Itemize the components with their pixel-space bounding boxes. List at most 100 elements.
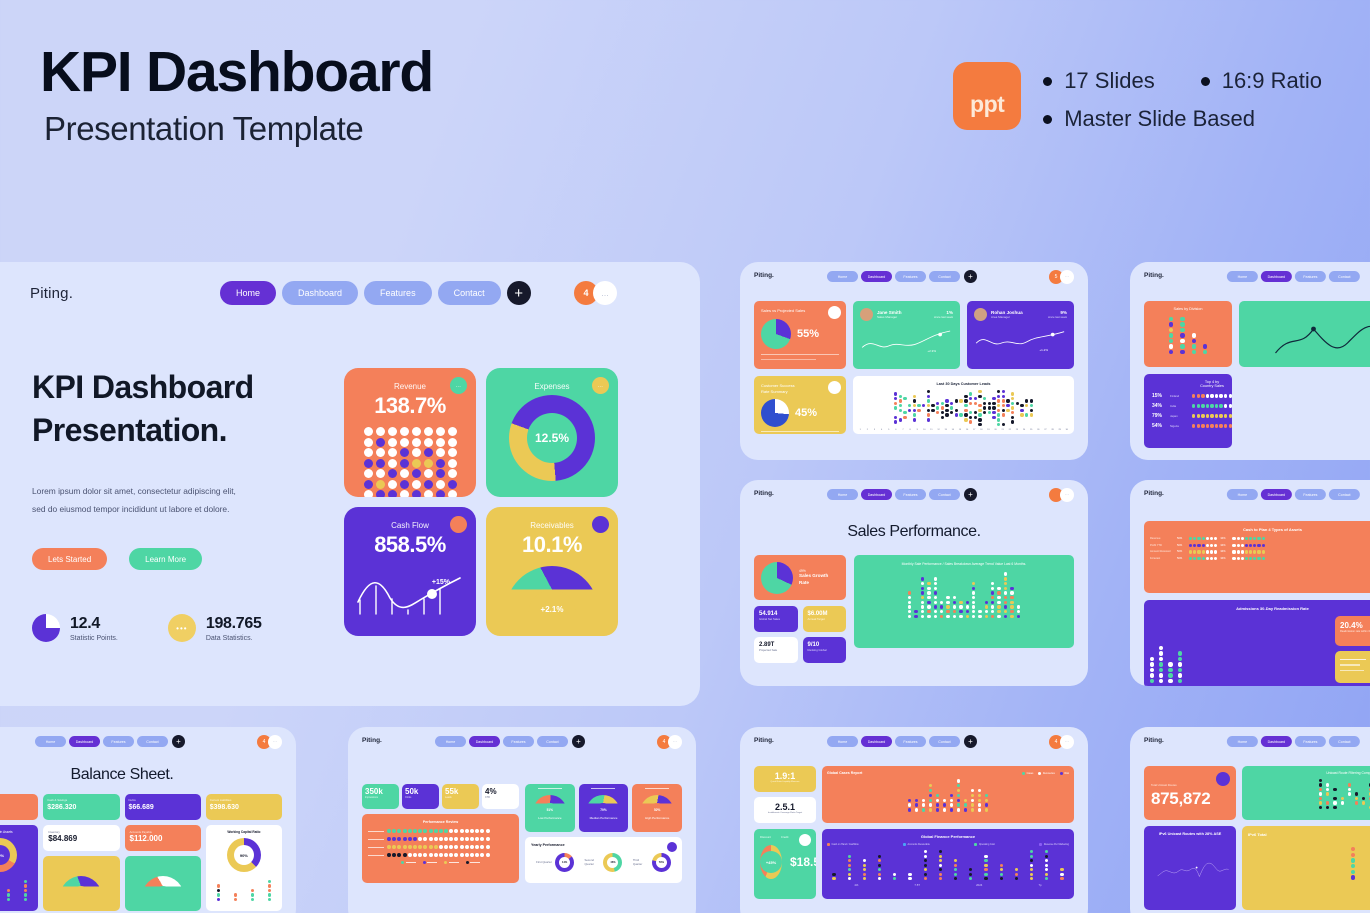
tile-clicks[interactable]: 50k Clicks	[402, 784, 439, 809]
mini-nav[interactable]: Home Dashboard Features Contact +	[827, 488, 977, 501]
more-options-icon[interactable]: ...	[593, 281, 617, 305]
more-options-icon[interactable]: ···	[1060, 735, 1074, 749]
card-top-country-sales[interactable]: Top 4 by Country Sales 15%FinlandUntil S…	[1144, 374, 1232, 448]
card-profile-rohan-joshua[interactable]: Rohan Joshua Area Manager 9% since last …	[967, 301, 1074, 369]
gauge-card-median-performance[interactable]: 79% Median Performance	[578, 784, 629, 832]
card-customer-success-rate[interactable]: Customer Success Rate Summary 45%	[754, 376, 846, 434]
nav-item-features[interactable]: Features	[895, 271, 926, 282]
nav-item-contact[interactable]: Contact	[1328, 271, 1360, 282]
nav-item-contact[interactable]: Contact	[1328, 736, 1360, 747]
nav-item-dashboard[interactable]: Dashboard	[861, 736, 892, 747]
nav-item-features[interactable]: Features	[364, 281, 432, 305]
stat-tile-ranking-global[interactable]: 9/10 Ranking Global	[802, 637, 846, 663]
mini-toggle[interactable]: 4 ···	[257, 735, 282, 749]
more-options-icon[interactable]: ···	[668, 735, 682, 749]
nav-item-dashboard[interactable]: Dashboard	[282, 281, 359, 305]
card-yearly-trends[interactable]: Yearly Trends	[1239, 301, 1370, 367]
slide-preview-unicast-routes[interactable]: Piting. Home Dashboard Features Contact …	[1130, 727, 1370, 913]
nav-item-home[interactable]: Home	[827, 736, 858, 747]
tile-inventory[interactable]: Inventory $84.869	[43, 825, 120, 851]
mini-nav[interactable]: Home Dashboard Features Contact +	[827, 735, 977, 748]
card-yellow-note[interactable]	[1335, 651, 1370, 683]
nav-item-contact[interactable]: Contact	[929, 271, 960, 282]
nav-item-home[interactable]: Home	[435, 736, 466, 747]
nav-item-home[interactable]: Home	[220, 281, 277, 305]
card-badge-icon[interactable]	[1216, 772, 1230, 786]
slide-preview-global-finance[interactable]: Piting. Home Dashboard Features Contact …	[740, 727, 1088, 913]
card-menu-icon[interactable]	[799, 834, 811, 846]
card-performance-review[interactable]: Performance Review	[362, 814, 519, 883]
nav-item-contact[interactable]: Contact	[1328, 489, 1360, 500]
more-options-icon[interactable]: ···	[1060, 270, 1074, 284]
tile-total-assets[interactable]: Total Assets $398.630	[0, 794, 39, 820]
main-slide-toggle[interactable]: 4 ...	[574, 281, 617, 305]
nav-item-features[interactable]: Features	[895, 736, 926, 747]
card-sales-growth-rate[interactable]: 49% Sales Growth Rate	[754, 555, 846, 600]
mini-toggle[interactable]: 5 ···	[1049, 270, 1074, 284]
tile-cash-savings[interactable]: Cash & Savings $286.320	[43, 794, 120, 820]
nav-item-home[interactable]: Home	[1226, 271, 1258, 282]
card-unicast-filtering[interactable]: Unicast Route Filtering Comparison	[1242, 766, 1370, 820]
mini-nav[interactable]: Home Dashboard Features Contact +	[827, 270, 977, 283]
nav-item-features[interactable]: Features	[895, 489, 926, 500]
nav-item-dashboard[interactable]: Dashboard	[1260, 736, 1292, 747]
card-global-cases-report[interactable]: Global Cases Report Cases Recoveries Risk	[822, 766, 1074, 823]
nav-item-home[interactable]: Home	[827, 489, 858, 500]
card-cash-to-plan[interactable]: Cash to Plan 4 Types of Assets Revenue 50…	[1144, 521, 1370, 593]
gauge-card-green[interactable]	[124, 856, 201, 911]
stat-tile-annual-target[interactable]: $6.00M Annual Target	[802, 606, 846, 632]
mini-toggle[interactable]: ···	[1049, 488, 1074, 502]
slide-preview-balance-sheet[interactable]: Piting. Home Dashboard Features Contact …	[0, 727, 296, 913]
slide-preview-admissions[interactable]: Piting. Home Dashboard Features Contact …	[1130, 480, 1370, 686]
nav-item-dashboard[interactable]: Dashboard	[861, 489, 892, 500]
mini-nav[interactable]: Home Dashboard Features Contact	[1226, 271, 1360, 282]
card-customer-leads[interactable]: Last 30 Days Customer Leads 1 2 3 4 5 6 7 8 9 10 1…	[853, 376, 1074, 434]
card-global-finance-performance[interactable]: Global Finance Performance Cash on Hand …	[822, 829, 1074, 899]
tile-leads[interactable]: 55k Leads	[442, 784, 479, 809]
mini-nav[interactable]: Home Dashboard Features Contact +	[35, 735, 185, 748]
card-menu-icon[interactable]	[667, 842, 677, 852]
gauge-card-yellow[interactable]	[43, 856, 120, 911]
slide-preview-customer-metrics[interactable]: Piting. Home Dashboard Features Contact …	[740, 262, 1088, 460]
mini-toggle[interactable]: 4 ···	[657, 735, 682, 749]
gauge-card-low-performance[interactable]: 51% Low Performance	[525, 784, 575, 832]
add-icon[interactable]: +	[572, 735, 585, 748]
nav-item-home[interactable]: Home	[1226, 736, 1258, 747]
tile-quick-ratio[interactable]: 1.9:1 Quick Ratio Liquidity Measure	[754, 766, 816, 792]
nav-item-features[interactable]: Features	[1294, 271, 1326, 282]
stat-tile-global-net-sales[interactable]: 54.914 Global Net Sales	[754, 606, 798, 632]
nav-item-contact[interactable]: Contact	[137, 736, 168, 747]
nav-item-contact[interactable]: Contact	[537, 736, 568, 747]
slide-preview-performance-review[interactable]: Piting. Home Dashboard Features Contact …	[348, 727, 696, 913]
nav-item-contact[interactable]: Contact	[437, 281, 501, 305]
kpi-card-expenses[interactable]: ... Expenses 12.5%	[486, 368, 618, 497]
add-icon[interactable]: +	[964, 735, 977, 748]
card-admissions-readmission[interactable]: Admissions 30-Day Readmission Rate 20.4%…	[1144, 600, 1370, 686]
kpi-card-receivables[interactable]: Receivables 10.1% +2.1%	[486, 507, 618, 636]
card-sales-vs-projected[interactable]: Sales vs Projected Sales 55%	[754, 301, 846, 369]
add-icon[interactable]: +	[964, 488, 977, 501]
card-total-unicast-routes[interactable]: Total Unicast Routes 875,872	[1144, 766, 1236, 820]
card-ipv6-unicast-routes[interactable]: IPv6 Unicast Routes with 28% ASE Growth …	[1144, 826, 1236, 910]
tile-accounts-payable[interactable]: Accounts Payable $112.000	[124, 825, 201, 851]
kpi-card-revenue[interactable]: ... Revenue 138.7%	[344, 368, 476, 497]
more-options-icon[interactable]: ···	[1060, 488, 1074, 502]
lets-started-button[interactable]: Lets Started	[32, 548, 108, 571]
card-sales-by-division[interactable]: Sales by Division	[1144, 301, 1232, 367]
learn-more-button[interactable]: Learn More	[129, 548, 203, 571]
tile-impressions[interactable]: 350k Impressions	[362, 784, 399, 809]
add-icon[interactable]: +	[964, 270, 977, 283]
tile-debts[interactable]: Debts $66.689	[124, 794, 201, 820]
tile-current-liabilities[interactable]: Current Liabilities $398.630	[205, 794, 282, 820]
more-options-icon[interactable]: ···	[268, 735, 282, 749]
main-slide-nav[interactable]: Home Dashboard Features Contact +	[220, 281, 531, 305]
tile-installments-coverage[interactable]: 2.5.1 Installments Coverage Ratio Target	[754, 797, 816, 823]
add-icon[interactable]: +	[506, 281, 531, 305]
gauge-card-high-performance[interactable]: 52% High Performance	[632, 784, 682, 832]
nav-item-home[interactable]: Home	[827, 271, 858, 282]
kpi-card-cash-flow[interactable]: Cash Flow 858.5% +15%	[344, 507, 476, 636]
card-profile-jane-smith[interactable]: Jane Smith Sales Manager 1% since last w…	[853, 301, 960, 369]
card-menu-icon[interactable]	[828, 306, 841, 319]
card-monthly-sale-performance[interactable]: Monthly Sale Performance / Sales Breakdo…	[854, 555, 1074, 648]
nav-item-features[interactable]: Features	[503, 736, 534, 747]
